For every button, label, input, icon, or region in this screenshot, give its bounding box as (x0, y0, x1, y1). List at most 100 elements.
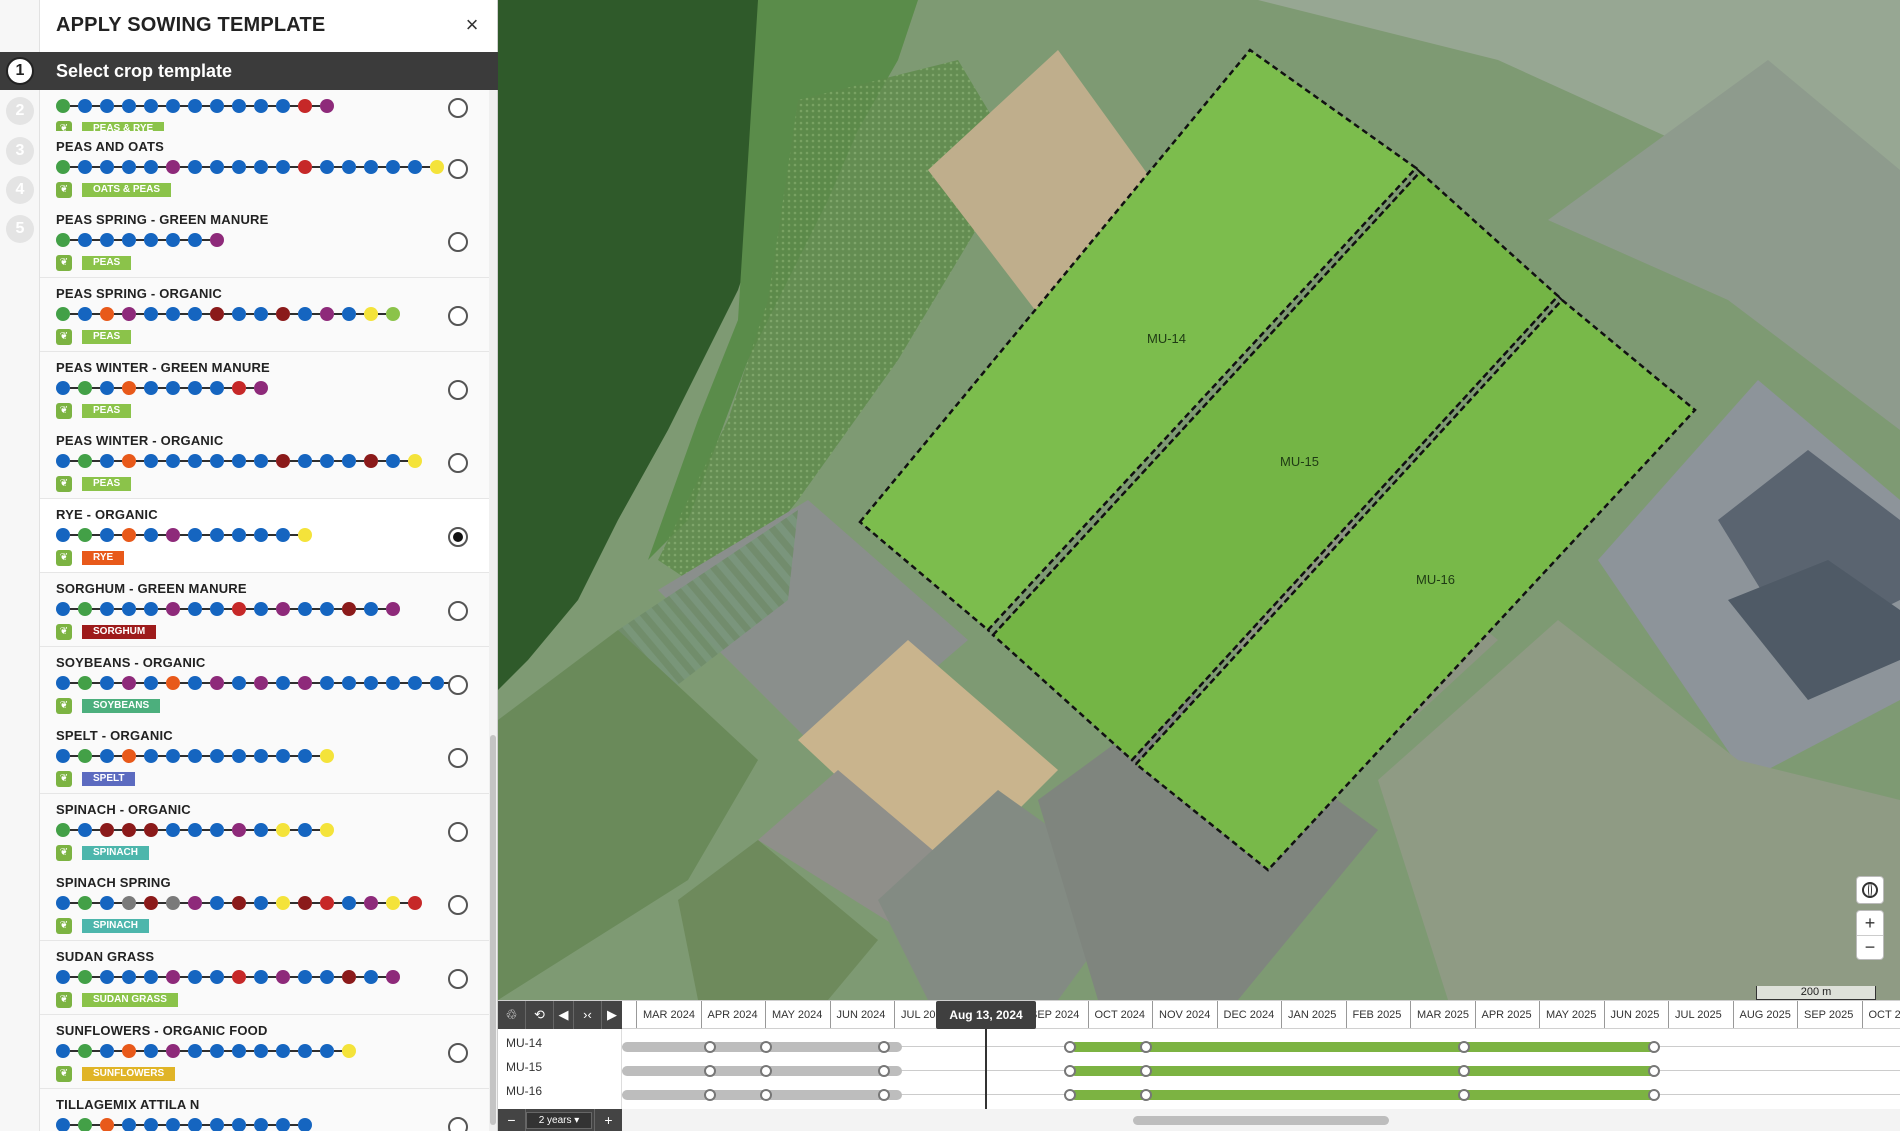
step-5[interactable]: 5 (6, 215, 34, 243)
operation-marker[interactable] (704, 1089, 716, 1101)
operation-marker[interactable] (1648, 1065, 1660, 1077)
step-3[interactable]: 3 (6, 137, 34, 165)
template-row[interactable]: PEAS SPRING - GREEN MANURE ❦ PEAS (40, 204, 490, 278)
map-view[interactable]: MU-14 MU-15 MU-16 + − 200 m (498, 0, 1900, 1131)
step-2[interactable]: 2 (6, 97, 34, 125)
operation-dot (254, 1044, 276, 1058)
operation-marker[interactable] (1140, 1089, 1152, 1101)
operation-marker[interactable] (1140, 1065, 1152, 1077)
operation-marker[interactable] (1140, 1041, 1152, 1053)
crop-tag: SPELT (82, 772, 136, 786)
planned-crop-bar[interactable] (1070, 1042, 1656, 1052)
template-row[interactable]: TILLAGEMIX ATTILA N❦ (40, 1089, 490, 1131)
reset-button[interactable]: ⟲ (526, 1001, 554, 1029)
template-radio[interactable] (448, 748, 468, 768)
template-row[interactable]: PEAS WINTER - ORGANIC ❦ PEAS (40, 425, 490, 499)
step-4[interactable]: 4 (6, 176, 34, 204)
template-radio[interactable] (448, 380, 468, 400)
timeline-scroll-thumb[interactable] (1133, 1116, 1389, 1125)
operation-dot (320, 160, 342, 174)
template-radio[interactable] (448, 601, 468, 621)
template-row[interactable]: SUNFLOWERS - ORGANIC FOOD ❦ SUNFLOWERS (40, 1015, 490, 1089)
operation-dot (320, 896, 342, 910)
timeline-zoom-out-button[interactable]: − (498, 1109, 526, 1131)
operation-marker[interactable] (878, 1089, 890, 1101)
operation-dot (122, 233, 144, 247)
timeline-row-label-mu-16: MU-16 (506, 1084, 543, 1098)
template-row[interactable]: PEAS AND OATS ❦ OATS & PEAS (40, 131, 490, 205)
operation-dot (276, 160, 298, 174)
template-radio[interactable] (448, 453, 468, 473)
zoom-out-button[interactable]: − (1857, 936, 1883, 960)
planned-crop-bar[interactable] (1070, 1090, 1656, 1100)
template-row[interactable]: PEAS SPRING - ORGANIC ❦ PEAS (40, 278, 490, 352)
template-radio[interactable] (448, 527, 468, 547)
crop-tag: OATS & PEAS (82, 183, 172, 197)
template-radio[interactable] (448, 159, 468, 179)
template-name: PEAS WINTER - ORGANIC (56, 433, 224, 448)
scrollbar-thumb[interactable] (490, 735, 496, 1125)
template-radio[interactable] (448, 1117, 468, 1131)
operation-dot (276, 454, 298, 468)
template-radio[interactable] (448, 675, 468, 695)
filter-button[interactable]: ♲ (498, 1001, 526, 1029)
leaf-icon: ❦ (56, 845, 72, 861)
operation-marker[interactable] (1648, 1041, 1660, 1053)
template-radio[interactable] (448, 822, 468, 842)
prev-button[interactable]: ◀ (554, 1001, 574, 1029)
next-button[interactable]: ▶ (602, 1001, 622, 1029)
template-row[interactable]: SOYBEANS - ORGANIC ❦ SOYBEANS (40, 647, 490, 721)
collapse-button[interactable]: ›‹ (574, 1001, 602, 1029)
operation-marker[interactable] (1458, 1089, 1470, 1101)
operation-marker[interactable] (704, 1041, 716, 1053)
step-1[interactable]: 1 (6, 57, 34, 85)
template-radio[interactable] (448, 969, 468, 989)
operation-marker[interactable] (1458, 1041, 1470, 1053)
template-row[interactable]: PEAS WINTER - GREEN MANURE ❦ PEAS (40, 352, 490, 426)
operation-dot (144, 896, 166, 910)
template-name: SUNFLOWERS - ORGANIC FOOD (56, 1023, 268, 1038)
operation-dot (276, 99, 298, 113)
operation-marker[interactable] (1648, 1089, 1660, 1101)
template-row[interactable]: SORGHUM - GREEN MANURE ❦ SORGHUM (40, 573, 490, 647)
current-date-marker[interactable]: Aug 13, 2024 (936, 1001, 1036, 1029)
template-radio[interactable] (448, 306, 468, 326)
timeline-horizontal-scrollbar[interactable] (622, 1109, 1900, 1131)
operation-dot (276, 823, 298, 837)
operation-marker[interactable] (704, 1065, 716, 1077)
operation-marker[interactable] (760, 1065, 772, 1077)
operation-dot (166, 602, 188, 616)
template-radio[interactable] (448, 98, 468, 118)
template-radio[interactable] (448, 895, 468, 915)
template-radio[interactable] (448, 232, 468, 252)
template-row[interactable]: RYE - ORGANIC ❦ RYE (40, 499, 490, 573)
template-row[interactable]: SPINACH - ORGANIC ❦ SPINACH (40, 794, 490, 868)
operation-dot (364, 602, 386, 616)
operation-marker[interactable] (760, 1041, 772, 1053)
operation-marker[interactable] (1064, 1089, 1076, 1101)
satellite-map[interactable]: MU-14 MU-15 MU-16 (498, 0, 1900, 1000)
operation-marker[interactable] (878, 1065, 890, 1077)
timeline-zoom-in-button[interactable]: + (594, 1109, 622, 1131)
planned-crop-bar[interactable] (1070, 1066, 1656, 1076)
zoom-in-button[interactable]: + (1857, 911, 1883, 936)
operation-dot (254, 381, 268, 395)
template-row[interactable]: SPINACH SPRING ❦ SPINACH (40, 867, 490, 941)
operation-marker[interactable] (760, 1089, 772, 1101)
operation-dot (166, 381, 188, 395)
globe-button[interactable] (1856, 876, 1884, 904)
template-radio[interactable] (448, 1043, 468, 1063)
month-label: MAR 2024 (636, 1001, 701, 1028)
operation-dot (232, 970, 254, 984)
template-row[interactable]: SUDAN GRASS ❦ SUDAN GRASS (40, 941, 490, 1015)
operation-marker[interactable] (878, 1041, 890, 1053)
stepper: 2 3 4 5 (0, 0, 40, 1131)
operation-dot (298, 676, 320, 690)
operation-marker[interactable] (1064, 1041, 1076, 1053)
zoom-range-select[interactable]: 2 years ▾ (526, 1112, 592, 1129)
operation-dot (386, 676, 408, 690)
close-button[interactable]: × (460, 14, 484, 38)
operation-marker[interactable] (1458, 1065, 1470, 1077)
template-row[interactable]: SPELT - ORGANIC ❦ SPELT (40, 720, 490, 794)
operation-marker[interactable] (1064, 1065, 1076, 1077)
